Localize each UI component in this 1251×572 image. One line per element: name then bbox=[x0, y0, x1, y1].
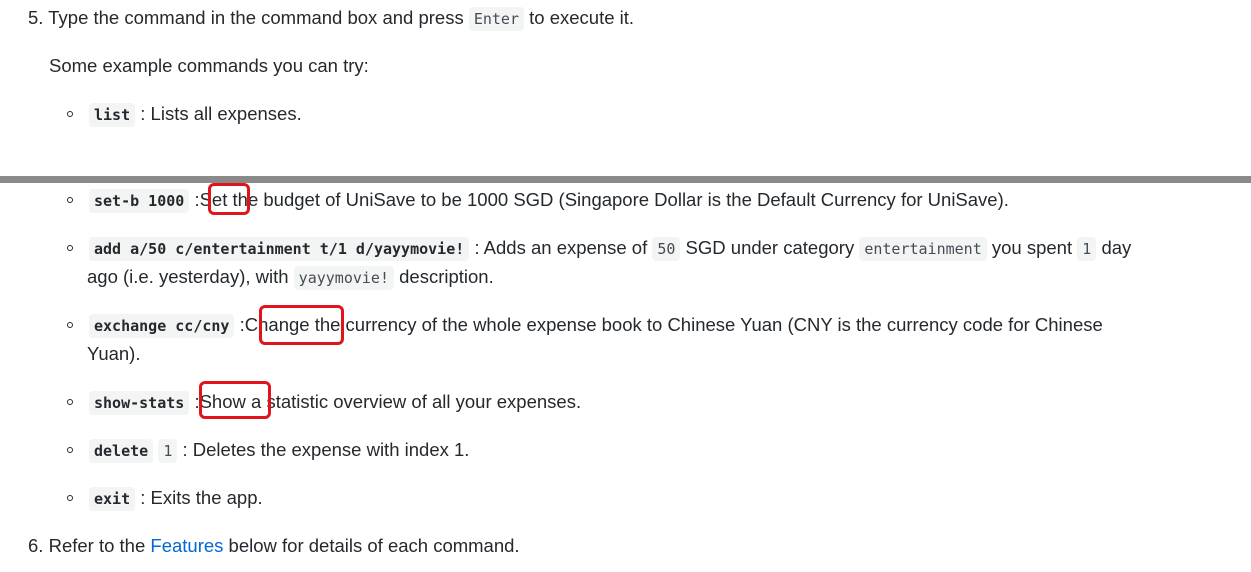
command-description: you spent bbox=[991, 237, 1073, 258]
command-description: : Deletes the expense with index 1. bbox=[182, 439, 470, 460]
bullet-icon bbox=[67, 447, 73, 453]
command-description: : Lists all expenses. bbox=[140, 103, 302, 124]
index-code: 1 bbox=[158, 439, 178, 463]
bullet-icon bbox=[67, 111, 73, 117]
step-6: 6. Refer to the Features below for detai… bbox=[28, 532, 520, 560]
bullet-icon bbox=[67, 495, 73, 501]
step-number: 6. bbox=[28, 535, 44, 556]
command-description: the budget of UniSave to be 1000 SGD (Si… bbox=[232, 189, 1009, 210]
command-item-delete: delete 1 : Deletes the expense with inde… bbox=[89, 436, 469, 465]
command-code: exit bbox=[89, 487, 136, 511]
bullet-icon bbox=[67, 197, 73, 203]
command-code: exchange cc/cny bbox=[89, 314, 235, 338]
command-item-add-continued: ago (i.e. yesterday), with yayymovie! de… bbox=[87, 263, 494, 292]
step-text: Type the command in the command box and … bbox=[48, 7, 464, 28]
enter-key-code: Enter bbox=[468, 7, 524, 31]
command-item-exit: exit : Exits the app. bbox=[89, 484, 263, 513]
amount-code: 50 bbox=[652, 237, 681, 261]
bullet-icon bbox=[67, 322, 73, 328]
highlight-box-change bbox=[259, 305, 344, 345]
days-code: 1 bbox=[1077, 237, 1097, 261]
highlight-box-show bbox=[199, 381, 271, 419]
command-description: ago (i.e. yesterday), with bbox=[87, 266, 289, 287]
command-item-exchange: exchange cc/cny :Change the currency of … bbox=[89, 311, 1103, 340]
step-5: 5. Type the command in the command box a… bbox=[28, 4, 634, 33]
highlight-box-set bbox=[208, 183, 250, 215]
command-code: add a/50 c/entertainment t/1 d/yayymovie… bbox=[89, 237, 470, 261]
category-code: entertainment bbox=[859, 237, 987, 261]
command-description: a statistic overview of all your expense… bbox=[251, 391, 582, 412]
bullet-icon bbox=[67, 245, 73, 251]
command-code: delete bbox=[89, 439, 154, 463]
command-item-add: add a/50 c/entertainment t/1 d/yayymovie… bbox=[89, 234, 1131, 263]
command-description: : Exits the app. bbox=[140, 487, 263, 508]
command-description: SGD under category bbox=[685, 237, 855, 258]
command-item-show-stats: show-stats :Show a statistic overview of… bbox=[89, 388, 581, 417]
command-item-list: list : Lists all expenses. bbox=[89, 100, 302, 129]
step-text: Refer to the bbox=[48, 535, 146, 556]
command-code: show-stats bbox=[89, 391, 190, 415]
step-text: to execute it. bbox=[529, 7, 635, 28]
command-description: description. bbox=[399, 266, 494, 287]
step-number: 5. bbox=[28, 7, 44, 28]
description-code: yayymovie! bbox=[293, 266, 394, 290]
step-text: below for details of each command. bbox=[228, 535, 520, 556]
command-description: day bbox=[1101, 237, 1132, 258]
command-code: set-b 1000 bbox=[89, 189, 190, 213]
command-item-exchange-continued: Yuan). bbox=[87, 343, 141, 364]
features-link[interactable]: Features bbox=[150, 535, 223, 556]
command-code: list bbox=[89, 103, 136, 127]
command-description: the currency of the whole expense book t… bbox=[314, 314, 1103, 335]
command-description: : Adds an expense of bbox=[474, 237, 648, 258]
examples-intro: Some example commands you can try: bbox=[49, 55, 369, 76]
divider bbox=[0, 176, 1251, 183]
bullet-icon bbox=[67, 399, 73, 405]
